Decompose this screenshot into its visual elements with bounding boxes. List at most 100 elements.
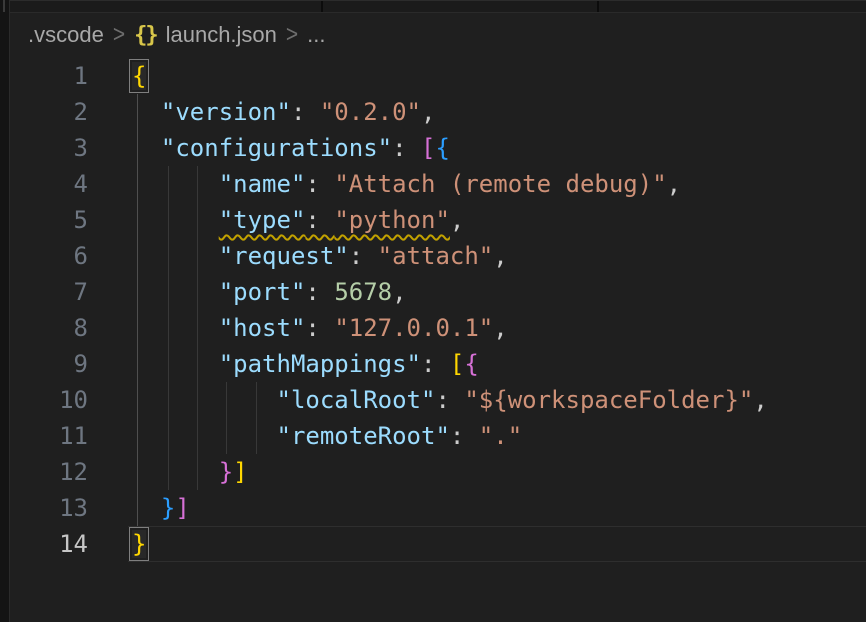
code-line[interactable]: 3 "configurations": [{ — [10, 130, 866, 166]
line-number[interactable]: 12 — [10, 454, 88, 490]
code-token: : — [450, 422, 479, 450]
code-token — [132, 98, 161, 126]
code-token: : — [291, 98, 320, 126]
breadcrumb-file[interactable]: launch.json — [166, 22, 277, 48]
code-token: : — [305, 278, 334, 306]
line-number[interactable]: 13 — [10, 490, 88, 526]
vscode-editor-window: .vscode > {} launch.json > ... 1{2 "vers… — [0, 0, 866, 622]
code-line[interactable]: 7 "port": 5678, — [10, 274, 866, 310]
code-token: "port" — [219, 278, 306, 306]
breadcrumb-symbol-more[interactable]: ... — [307, 22, 325, 48]
code-text: "localRoot": "${workspaceFolder}", — [88, 382, 866, 418]
breadcrumb-folder[interactable]: .vscode — [28, 22, 104, 48]
code-token — [132, 350, 219, 378]
code-line[interactable]: 4 "name": "Attach (remote debug)", — [10, 166, 866, 202]
line-number[interactable]: 6 — [10, 238, 88, 274]
code-line[interactable]: 2 "version": "0.2.0", — [10, 94, 866, 130]
code-token: : — [392, 134, 421, 162]
code-token: "name" — [219, 170, 306, 198]
code-token: } — [161, 494, 175, 522]
tab-segment[interactable] — [323, 1, 597, 12]
code-text: "version": "0.2.0", — [88, 94, 866, 130]
tab-segment[interactable] — [599, 1, 866, 12]
tab-segment[interactable] — [10, 1, 321, 12]
code-line[interactable]: 6 "request": "attach", — [10, 238, 866, 274]
line-number[interactable]: 2 — [10, 94, 88, 130]
line-number[interactable]: 4 — [10, 166, 88, 202]
code-token: , — [392, 278, 406, 306]
code-token: { — [435, 134, 449, 162]
tab-strip — [10, 0, 866, 13]
line-number[interactable]: 1 — [10, 58, 88, 94]
code-token: ] — [233, 458, 247, 486]
code-token — [132, 134, 161, 162]
code-lines: 1{2 "version": "0.2.0",3 "configurations… — [10, 58, 866, 562]
code-token: "0.2.0" — [320, 98, 421, 126]
line-number[interactable]: 8 — [10, 310, 88, 346]
code-token: "host" — [219, 314, 306, 342]
sidebar-edge — [0, 0, 10, 622]
code-text: "name": "Attach (remote debug)", — [88, 166, 866, 202]
code-token: "localRoot" — [277, 386, 436, 414]
matched-bracket: { — [132, 62, 146, 90]
breadcrumb: .vscode > {} launch.json > ... — [10, 13, 866, 57]
code-token: { — [464, 350, 478, 378]
line-number[interactable]: 3 — [10, 130, 88, 166]
code-token: , — [450, 206, 464, 234]
code-token: ] — [175, 494, 189, 522]
code-text: { — [88, 58, 866, 94]
code-token: , — [493, 242, 507, 270]
line-number[interactable]: 14 — [10, 526, 88, 562]
code-line[interactable]: 13 }] — [10, 490, 866, 526]
code-token: "python" — [334, 206, 450, 234]
code-token — [132, 386, 277, 414]
code-line[interactable]: 8 "host": "127.0.0.1", — [10, 310, 866, 346]
code-token: , — [493, 314, 507, 342]
code-token — [132, 242, 219, 270]
code-token — [132, 278, 219, 306]
code-text: "configurations": [{ — [88, 130, 866, 166]
code-token: : — [349, 242, 378, 270]
code-token: "request" — [219, 242, 349, 270]
code-line[interactable]: 14} — [10, 526, 866, 562]
code-token: "pathMappings" — [219, 350, 421, 378]
code-token: : — [305, 206, 334, 234]
code-line[interactable]: 5 "type": "python", — [10, 202, 866, 238]
code-token — [132, 314, 219, 342]
line-number[interactable]: 10 — [10, 382, 88, 418]
code-token: : — [305, 170, 334, 198]
window-edge-notch — [3, 0, 5, 12]
chevron-right-icon: > — [286, 21, 298, 49]
code-token: "." — [479, 422, 522, 450]
code-line[interactable]: 1{ — [10, 58, 866, 94]
code-token: : — [435, 386, 464, 414]
code-line[interactable]: 10 "localRoot": "${workspaceFolder}", — [10, 382, 866, 418]
json-file-icon: {} — [134, 23, 157, 48]
line-number[interactable]: 5 — [10, 202, 88, 238]
code-line[interactable]: 11 "remoteRoot": "." — [10, 418, 866, 454]
code-text: "type": "python", — [88, 202, 866, 238]
code-text: } — [88, 526, 866, 562]
code-line[interactable]: 12 }] — [10, 454, 866, 490]
code-token — [132, 494, 161, 522]
code-token — [132, 206, 219, 234]
code-token: "remoteRoot" — [277, 422, 450, 450]
code-token — [132, 170, 219, 198]
code-line[interactable]: 9 "pathMappings": [{ — [10, 346, 866, 382]
code-text: }] — [88, 490, 866, 526]
line-number[interactable]: 9 — [10, 346, 88, 382]
matched-bracket: } — [132, 530, 146, 558]
code-token: } — [219, 458, 233, 486]
code-token — [132, 458, 219, 486]
code-token: , — [753, 386, 767, 414]
code-token: "Attach (remote debug)" — [334, 170, 666, 198]
chevron-right-icon: > — [113, 21, 125, 49]
code-text: "pathMappings": [{ — [88, 346, 866, 382]
code-token: "configurations" — [161, 134, 392, 162]
code-token: "127.0.0.1" — [334, 314, 493, 342]
code-token: "version" — [161, 98, 291, 126]
line-number[interactable]: 7 — [10, 274, 88, 310]
line-number[interactable]: 11 — [10, 418, 88, 454]
code-token — [132, 422, 277, 450]
code-text: }] — [88, 454, 866, 490]
